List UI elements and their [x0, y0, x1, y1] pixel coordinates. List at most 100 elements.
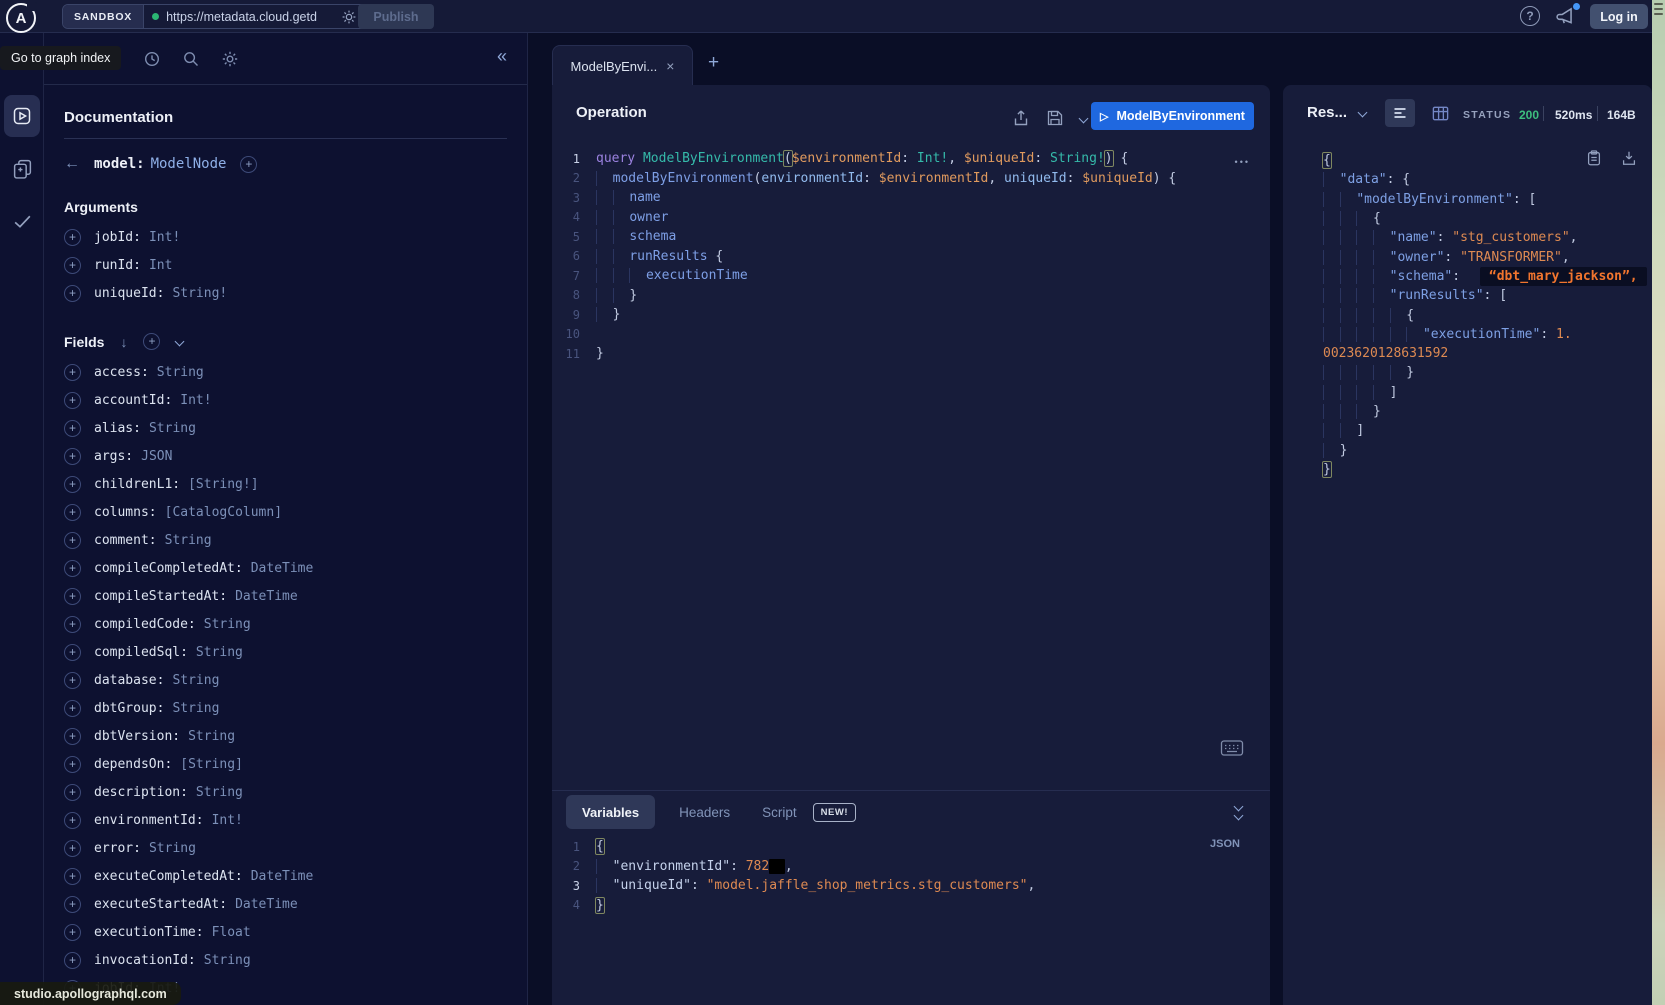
field-type[interactable]: String [196, 645, 243, 660]
field-type[interactable]: DateTime [235, 897, 298, 912]
field-row[interactable]: +childrenL1:[String!] [64, 470, 507, 498]
field-type[interactable]: Int! [212, 813, 243, 828]
collapse-variables-icon[interactable] [1235, 803, 1242, 819]
response-title[interactable]: Res... [1307, 104, 1347, 121]
login-button[interactable]: Log in [1590, 4, 1648, 29]
field-type[interactable]: String [172, 701, 219, 716]
add-all-fields-icon[interactable]: + [143, 333, 160, 350]
add-to-query-icon[interactable]: + [64, 700, 81, 717]
field-type[interactable]: [CatalogColumn] [165, 505, 282, 520]
field-name[interactable]: executeCompletedAt: [94, 869, 243, 884]
field-row[interactable]: + compiledSql: String [64, 638, 507, 666]
add-to-query-icon[interactable]: + [64, 560, 81, 577]
add-to-query-icon[interactable]: + [64, 756, 81, 773]
checks-icon[interactable] [12, 211, 33, 232]
field-row[interactable]: +executeCompletedAt:DateTime [64, 862, 507, 890]
field-type[interactable]: String [149, 841, 196, 856]
response-json[interactable]: { "data": { "modelByEnvironment": [ { "n… [1323, 151, 1647, 479]
apollo-logo[interactable]: A [6, 3, 36, 33]
field-row[interactable]: + alias: String [64, 414, 507, 442]
field-row[interactable]: +dbtVersion:String [64, 722, 507, 750]
history-icon[interactable] [143, 50, 161, 68]
field-row[interactable]: + environmentId: Int! [64, 806, 507, 834]
add-to-query-icon[interactable]: + [64, 840, 81, 857]
field-name[interactable]: error: [94, 841, 141, 856]
search-icon[interactable] [182, 50, 200, 68]
field-row[interactable]: +access:String [64, 358, 507, 386]
field-name[interactable]: alias: [94, 421, 141, 436]
field-row[interactable]: +compileCompletedAt:DateTime [64, 554, 507, 582]
field-row[interactable]: +executionTime:Float [64, 918, 507, 946]
field-type[interactable]: String [157, 365, 204, 380]
field-row[interactable]: + dbtGroup: String [64, 694, 507, 722]
table-view-icon[interactable] [1431, 104, 1450, 123]
collapse-sidebar-icon[interactable]: « [497, 47, 507, 65]
save-icon[interactable] [1046, 109, 1064, 127]
field-name[interactable]: accountId: [94, 393, 172, 408]
add-to-query-icon[interactable]: + [64, 784, 81, 801]
field-name[interactable]: childrenL1: [94, 477, 180, 492]
add-to-query-icon[interactable]: + [64, 364, 81, 381]
editor-overflow-menu-icon[interactable]: ••• [1235, 157, 1250, 167]
field-name[interactable]: runId: [94, 258, 141, 273]
tab-label[interactable]: ModelByEnvi... [571, 59, 658, 74]
endpoint-url-field[interactable]: https://metadata.cloud.getd [144, 5, 372, 28]
tab-headers[interactable]: Headers [671, 805, 738, 820]
field-name[interactable]: invocationId: [94, 953, 196, 968]
add-to-query-icon[interactable]: + [64, 392, 81, 409]
field-name[interactable]: compileStartedAt: [94, 589, 227, 604]
help-icon[interactable]: ? [1520, 6, 1540, 26]
run-operation-button[interactable]: ▷ ModelByEnvironment [1091, 102, 1254, 130]
add-to-query-icon[interactable]: + [64, 504, 81, 521]
field-name[interactable]: args: [94, 449, 133, 464]
field-type[interactable]: String [204, 953, 251, 968]
field-type[interactable]: Int [149, 258, 172, 273]
field-name[interactable]: executeStartedAt: [94, 897, 227, 912]
field-name[interactable]: columns: [94, 505, 157, 520]
field-row[interactable]: +database:String [64, 666, 507, 694]
explorer-icon[interactable] [12, 106, 32, 126]
back-arrow-icon[interactable]: ← [64, 155, 80, 173]
close-tab-icon[interactable]: × [666, 58, 674, 74]
field-type[interactable]: String [196, 785, 243, 800]
argument-row[interactable]: +jobId:Int! [64, 223, 507, 251]
field-type[interactable]: Int! [180, 393, 211, 408]
field-name[interactable]: environmentId: [94, 813, 204, 828]
operation-editor[interactable]: 1query ModelByEnvironment($environmentId… [552, 149, 1270, 364]
field-name[interactable]: jobId: [94, 230, 141, 245]
field-name[interactable]: dbtGroup: [94, 701, 164, 716]
add-type-icon[interactable]: + [240, 156, 257, 173]
add-to-query-icon[interactable]: + [64, 616, 81, 633]
tab-variables[interactable]: Variables [566, 795, 655, 829]
field-row[interactable]: + accountId: Int! [64, 386, 507, 414]
field-name[interactable]: executionTime: [94, 925, 204, 940]
field-row[interactable]: +args:JSON [64, 442, 507, 470]
field-name[interactable]: compiledSql: [94, 645, 188, 660]
field-type[interactable]: String [149, 421, 196, 436]
field-name[interactable]: uniqueId: [94, 286, 164, 301]
field-name[interactable]: compiledCode: [94, 617, 196, 632]
field-row[interactable]: +executeStartedAt:DateTime [64, 890, 507, 918]
add-to-query-icon[interactable]: + [64, 812, 81, 829]
add-to-query-icon[interactable]: + [64, 924, 81, 941]
field-name[interactable]: description: [94, 785, 188, 800]
schema-changelog-icon[interactable] [12, 158, 33, 179]
field-name[interactable]: database: [94, 673, 164, 688]
add-to-query-icon[interactable]: + [64, 420, 81, 437]
argument-row[interactable]: +runId:Int [64, 251, 507, 279]
add-to-query-icon[interactable]: + [64, 644, 81, 661]
endpoint-url-text[interactable]: https://metadata.cloud.getd [166, 10, 334, 24]
field-row[interactable]: +invocationId:String [64, 946, 507, 974]
field-row[interactable]: +compileStartedAt:DateTime [64, 582, 507, 610]
new-tab-icon[interactable]: + [708, 52, 719, 74]
endpoint-settings-icon[interactable] [341, 9, 357, 25]
field-type[interactable]: String [204, 617, 251, 632]
field-row[interactable]: + error: String [64, 834, 507, 862]
share-icon[interactable] [1012, 109, 1030, 127]
field-type[interactable]: Int! [149, 230, 180, 245]
operation-tab[interactable]: ModelByEnvi... × [552, 45, 693, 86]
add-to-query-icon[interactable]: + [64, 672, 81, 689]
field-name[interactable]: dbtVersion: [94, 729, 180, 744]
save-menu-chevron-icon[interactable] [1079, 113, 1089, 123]
field-row[interactable]: +comment:String [64, 526, 507, 554]
